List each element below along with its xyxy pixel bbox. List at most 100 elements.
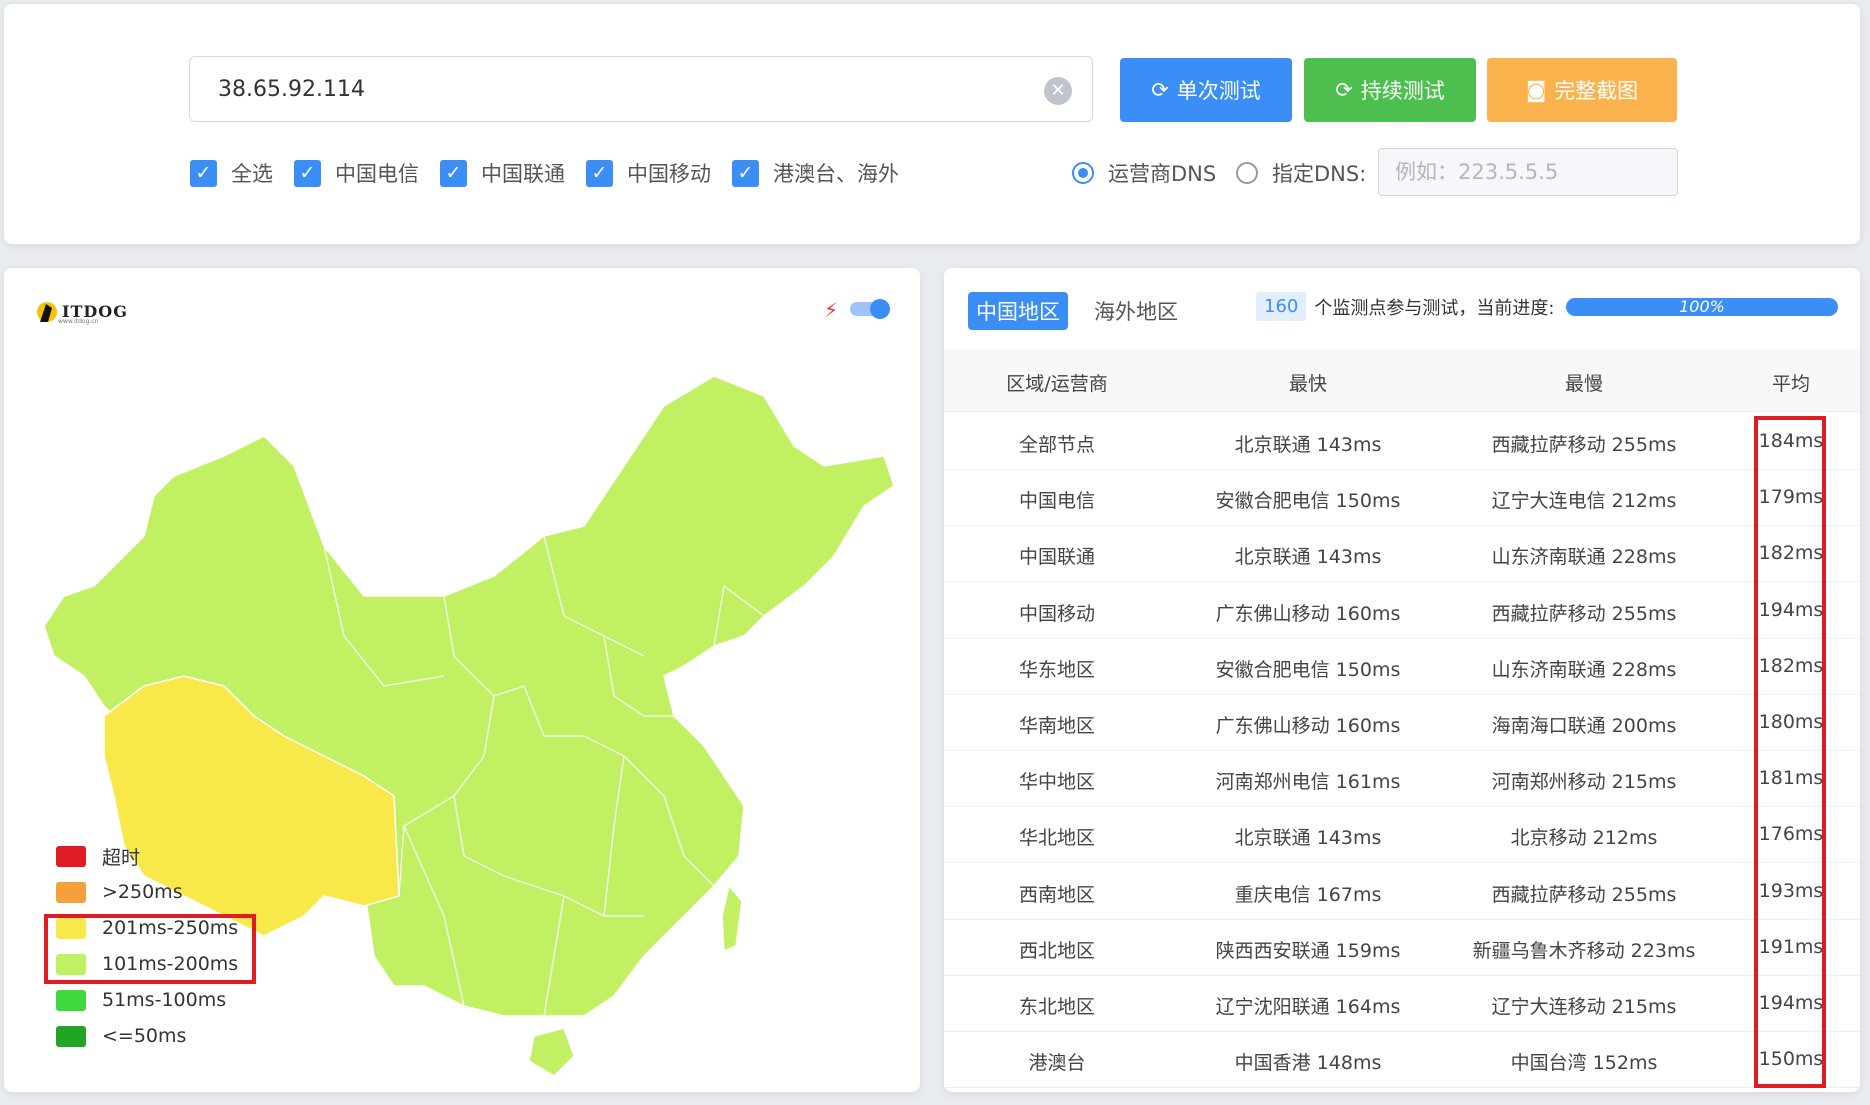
single-test-button[interactable]: ⟳ 单次测试: [1120, 58, 1292, 122]
test-control-panel: ✕ ⟳单次测试 ⟳持续测试 ◙完整截图 ✓全选 ✓中国电信 ✓中国联通 ✓中国移…: [4, 4, 1860, 244]
cell-fastest: 中国香港 148ms: [1234, 1052, 1382, 1075]
radio-custom-dns[interactable]: 指定DNS:: [1236, 158, 1366, 188]
cell-slowest: 北京移动 212ms: [1510, 827, 1658, 850]
cell-slowest: 西藏拉萨移动 255ms: [1491, 434, 1677, 456]
table-row: 华南地区 广东佛山移动 160ms 海南海口联通 200ms 180ms: [944, 695, 1860, 751]
table-row: 华北地区 北京联通 143ms 北京移动 212ms 176ms: [944, 807, 1860, 864]
cell-fastest: 陕西西安联通 159ms: [1215, 939, 1401, 962]
table-row: 西南地区 重庆电信 167ms 西藏拉萨移动 255ms 193ms: [944, 864, 1860, 920]
legend-item-under50: <=50ms: [56, 1018, 238, 1054]
legend-swatch: [56, 845, 86, 867]
legend-item-over250: >250ms: [56, 874, 238, 910]
cell-fastest: 安徽合肥电信 150ms: [1215, 490, 1401, 513]
checkbox-mobile[interactable]: ✓ 中国移动: [586, 158, 711, 188]
table-row: 西北地区 陕西西安联通 159ms 新疆乌鲁木齐移动 223ms 191ms: [944, 920, 1860, 976]
header-average: 平均: [1771, 373, 1810, 395]
results-panel: 中国地区 海外地区 160 个监测点参与测试，当前进度: 100% 区域/运营商…: [944, 268, 1860, 1092]
cell-slowest: 海南海口联通 200ms: [1491, 715, 1677, 737]
monitor-count: 160 个监测点参与测试，当前进度:: [1256, 292, 1554, 321]
table-row: 中国电信 安徽合肥电信 150ms 辽宁大连电信 212ms 179ms: [944, 470, 1860, 527]
cell-region: 全部节点: [1018, 434, 1095, 456]
clear-icon[interactable]: ✕: [1044, 77, 1072, 105]
tab-overseas[interactable]: 海外地区: [1086, 292, 1186, 330]
cell-region: 港澳台: [1028, 1052, 1086, 1075]
checkbox-telecom[interactable]: ✓ 中国电信: [294, 158, 419, 188]
legend-swatch: [56, 881, 86, 903]
average-column-highlight: [1754, 416, 1826, 1088]
node-count-badge: 160: [1256, 292, 1307, 321]
cell-slowest: 西藏拉萨移动 255ms: [1491, 602, 1677, 625]
cell-fastest: 河南郑州电信 161ms: [1215, 771, 1401, 794]
legend-item-timeout: 超时: [56, 838, 238, 874]
itdog-logo: ITDOG www.itdog.cn: [36, 298, 128, 325]
map-region-taiwan: [721, 884, 743, 953]
custom-dns-input[interactable]: 例如：223.5.5.5: [1378, 148, 1678, 196]
cell-slowest: 山东济南联通 228ms: [1491, 546, 1677, 569]
cell-region: 华东地区: [1018, 658, 1095, 681]
ip-input[interactable]: [189, 56, 1093, 122]
table-row: 全部节点 北京联通 143ms 西藏拉萨移动 255ms 184ms: [944, 414, 1860, 470]
progress-bar: 100%: [1566, 298, 1838, 316]
latency-map-panel: ITDOG www.itdog.cn ⚡ 超时 >250ms 201ms-250…: [4, 268, 920, 1092]
cell-slowest: 中国台湾 152ms: [1510, 1052, 1658, 1075]
cell-region: 华南地区: [1018, 715, 1095, 737]
cell-fastest: 北京联通 143ms: [1234, 546, 1382, 569]
cell-slowest: 辽宁大连移动 215ms: [1491, 996, 1677, 1018]
radio-isp-dns[interactable]: 运营商DNS: [1072, 158, 1216, 188]
camera-icon: ◙: [1525, 78, 1547, 102]
checkbox-unicom[interactable]: ✓ 中国联通: [440, 158, 565, 188]
table-row: 港澳台 中国香港 148ms 中国台湾 152ms 150ms: [944, 1032, 1860, 1089]
cell-slowest: 河南郑州移动 215ms: [1491, 771, 1677, 794]
full-screenshot-button[interactable]: ◙ 完整截图: [1487, 58, 1677, 122]
tab-china[interactable]: 中国地区: [968, 292, 1068, 330]
cell-fastest: 北京联通 143ms: [1234, 827, 1382, 850]
cell-slowest: 辽宁大连电信 212ms: [1491, 490, 1677, 513]
header-slowest: 最慢: [1564, 373, 1603, 395]
map-region-hainan: [528, 1027, 575, 1077]
checkbox-select-all[interactable]: ✓ 全选: [190, 158, 273, 188]
check-icon: ✓: [190, 159, 217, 187]
header-region: 区域/运营商: [1006, 373, 1108, 395]
table-row: 中国移动 广东佛山移动 160ms 西藏拉萨移动 255ms 194ms: [944, 583, 1860, 639]
cell-slowest: 西藏拉萨移动 255ms: [1491, 883, 1677, 906]
cell-fastest: 北京联通 143ms: [1234, 434, 1382, 456]
radio-unchecked-icon: [1236, 162, 1258, 184]
animation-toggle[interactable]: [850, 299, 890, 319]
dog-logo-icon: [37, 302, 57, 322]
check-icon: ✓: [440, 159, 467, 187]
refresh-icon: ⟳: [1151, 78, 1169, 102]
check-icon: ✓: [586, 159, 613, 187]
cell-region: 东北地区: [1018, 996, 1095, 1018]
table-row: 华中地区 河南郑州电信 161ms 河南郑州移动 215ms 181ms: [944, 751, 1860, 808]
cell-region: 中国电信: [1018, 490, 1095, 513]
table-header: 区域/运营商 最快 最慢 平均: [944, 350, 1860, 412]
cell-fastest: 辽宁沈阳联通 164ms: [1215, 996, 1401, 1018]
progress-label: 个监测点参与测试，当前进度:: [1314, 297, 1555, 319]
cell-region: 中国联通: [1018, 546, 1095, 569]
cell-region: 华北地区: [1018, 827, 1095, 850]
cell-region: 中国移动: [1018, 602, 1095, 625]
cell-fastest: 广东佛山移动 160ms: [1215, 715, 1401, 737]
lightning-icon: ⚡: [824, 298, 839, 322]
legend-highlight-box: [44, 914, 256, 984]
cell-region: 华中地区: [1018, 771, 1095, 794]
cell-region: 西北地区: [1018, 939, 1095, 962]
legend-swatch: [56, 1025, 86, 1047]
table-row: 华东地区 安徽合肥电信 150ms 山东济南联通 228ms 182ms: [944, 639, 1860, 695]
region-tabs: 中国地区 海外地区: [968, 292, 1186, 330]
check-icon: ✓: [732, 159, 759, 187]
legend-swatch: [56, 989, 86, 1011]
loop-icon: ⟳: [1335, 78, 1353, 102]
checkbox-hkmotw-overseas[interactable]: ✓ 港澳台、海外: [732, 158, 899, 188]
continuous-test-button[interactable]: ⟳ 持续测试: [1304, 58, 1476, 122]
table-row: 东北地区 辽宁沈阳联通 164ms 辽宁大连移动 215ms 194ms: [944, 976, 1860, 1032]
cell-fastest: 重庆电信 167ms: [1234, 883, 1382, 906]
header-fastest: 最快: [1288, 373, 1327, 395]
check-icon: ✓: [294, 159, 321, 187]
radio-checked-icon: [1072, 162, 1094, 184]
cell-fastest: 广东佛山移动 160ms: [1215, 602, 1401, 625]
cell-fastest: 安徽合肥电信 150ms: [1215, 658, 1401, 681]
cell-region: 西南地区: [1018, 883, 1095, 906]
legend-item-51-100: 51ms-100ms: [56, 982, 238, 1018]
cell-slowest: 山东济南联通 228ms: [1491, 658, 1677, 681]
